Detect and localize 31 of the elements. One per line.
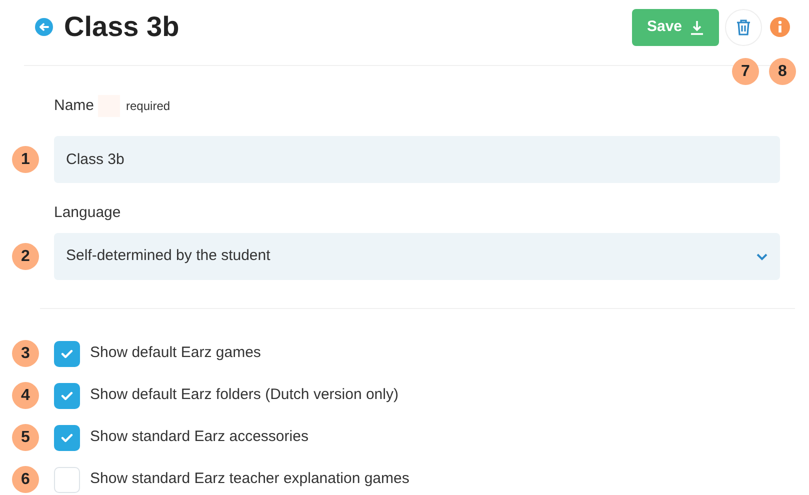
number-badge: 3 bbox=[12, 340, 39, 367]
checkbox[interactable] bbox=[54, 466, 80, 492]
number-badge: 8 bbox=[769, 58, 796, 85]
delete-button[interactable] bbox=[725, 8, 762, 46]
number-badge: 2 bbox=[12, 243, 39, 270]
trash-icon bbox=[736, 18, 751, 36]
download-icon bbox=[690, 20, 704, 34]
chevron-down-icon bbox=[756, 252, 768, 260]
number-badge: 5 bbox=[12, 424, 39, 451]
required-hint: required bbox=[126, 98, 170, 115]
field-label: Name bbox=[54, 96, 94, 116]
number-badge: 1 bbox=[12, 146, 39, 173]
name-input[interactable]: Class 3b bbox=[54, 136, 780, 183]
field-label: Language bbox=[54, 203, 122, 223]
option-label: Show default Earz games bbox=[90, 343, 261, 364]
number-badge: 7 bbox=[732, 58, 759, 85]
checkbox[interactable] bbox=[54, 424, 80, 450]
info-icon[interactable] bbox=[770, 17, 790, 37]
number-badge: 4 bbox=[12, 382, 39, 409]
page-title: Class 3b bbox=[64, 13, 180, 41]
checkmark-icon bbox=[61, 390, 73, 400]
option-label: Show default Earz folders (Dutch version only) bbox=[90, 385, 398, 406]
checkbox[interactable] bbox=[54, 382, 80, 408]
option-label: Show standard Earz accessories bbox=[90, 427, 308, 448]
checkmark-icon bbox=[61, 348, 73, 358]
checkbox[interactable] bbox=[54, 340, 80, 366]
language-select[interactable]: Self-determined by the student bbox=[54, 233, 780, 280]
checkmark-icon bbox=[61, 432, 73, 442]
number-badge: 6 bbox=[12, 466, 39, 493]
option-label: Show standard Earz teacher explanation games bbox=[90, 469, 410, 490]
back-icon[interactable] bbox=[35, 18, 53, 36]
